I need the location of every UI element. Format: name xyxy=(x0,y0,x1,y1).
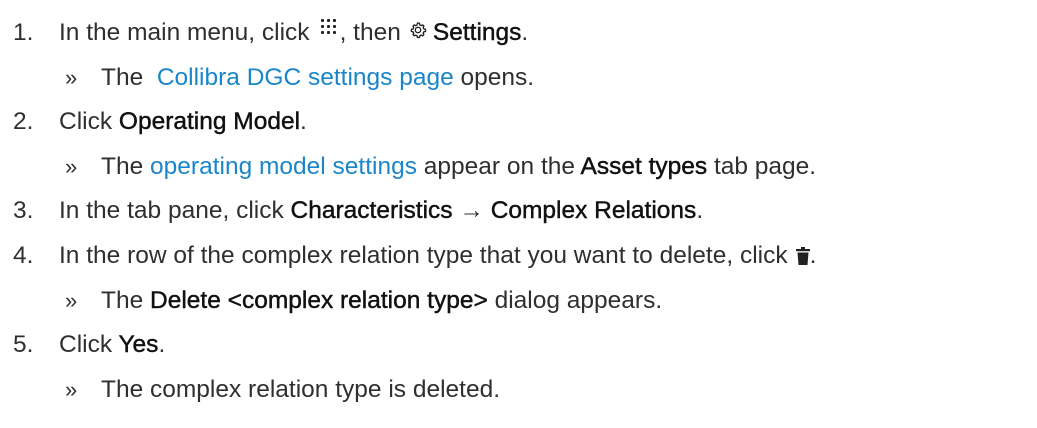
yes-label: Yes xyxy=(118,331,159,359)
step-number: 1. xyxy=(13,19,34,46)
step-number: 3. xyxy=(13,197,34,225)
result-text: The operating model settings appear on t… xyxy=(101,152,817,180)
step-number: 5. xyxy=(13,331,34,359)
result-marker: » xyxy=(65,153,78,179)
asset-types-label: Asset types xyxy=(580,152,708,180)
step-text: Click Operating Model. xyxy=(59,108,307,136)
step-text: Click Yes. xyxy=(59,331,166,359)
settings-page-link[interactable]: Collibra DGC settings page xyxy=(157,64,454,91)
result-marker: » xyxy=(65,287,78,313)
settings-label: Settings xyxy=(432,19,522,46)
step-number: 2. xyxy=(13,108,34,136)
characteristics-label: Characteristics xyxy=(290,197,453,225)
operating-model-settings-link[interactable]: operating model settings xyxy=(150,153,417,180)
arrow-icon: → xyxy=(459,197,484,225)
result-marker: » xyxy=(65,376,78,402)
step-text: In the tab pane, click Characteristics →… xyxy=(59,197,704,225)
delete-dialog-label: Delete <complex relation type> xyxy=(150,286,488,314)
complex-relations-label: Complex Relations xyxy=(490,197,697,225)
trash-icon xyxy=(795,243,810,265)
result-text: The complex relation type is deleted. xyxy=(101,375,501,403)
operating-model-label: Operating Model xyxy=(118,108,301,136)
step-text: In the main menu, click, then Settings. xyxy=(59,18,528,48)
result-marker: » xyxy=(65,64,78,90)
result-text: The Delete <complex relation type> dialo… xyxy=(101,286,663,314)
gear-icon xyxy=(409,17,427,38)
result-text: The Collibra DGC settings page opens. xyxy=(101,63,535,91)
grid-icon xyxy=(320,18,337,35)
step-number: 4. xyxy=(13,242,34,269)
step-text: In the row of the complex relation type … xyxy=(59,242,817,269)
